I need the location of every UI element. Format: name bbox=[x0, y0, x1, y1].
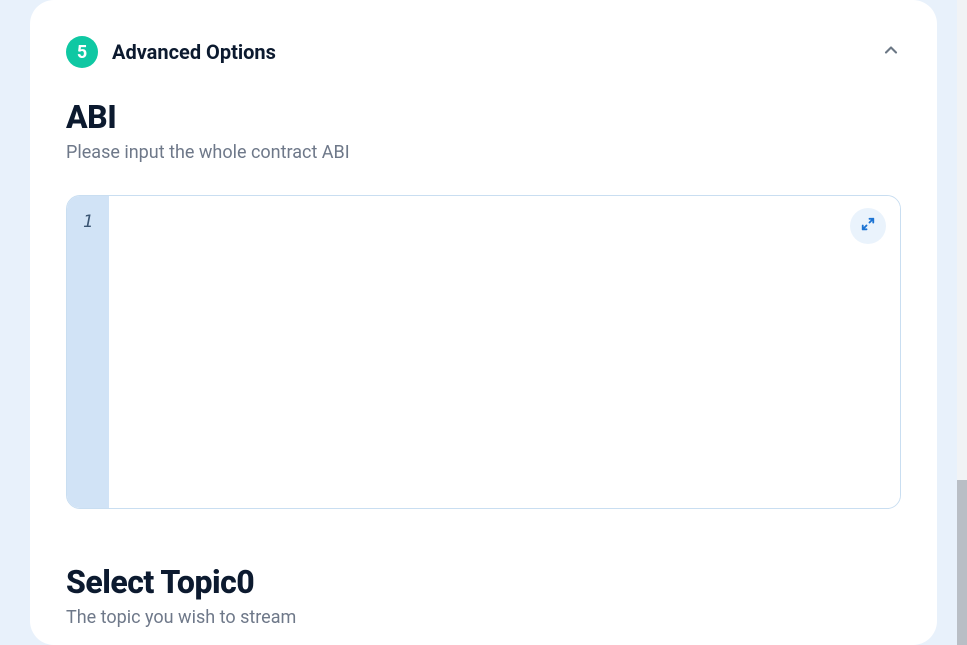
topic-heading: Select Topic0 bbox=[66, 563, 901, 601]
chevron-up-icon bbox=[881, 40, 901, 64]
editor-gutter: 1 bbox=[67, 196, 109, 508]
abi-subtitle: Please input the whole contract ABI bbox=[66, 142, 901, 163]
expand-icon bbox=[859, 215, 877, 237]
card-header[interactable]: 5 Advanced Options bbox=[66, 36, 901, 68]
line-number: 1 bbox=[67, 212, 109, 232]
collapse-toggle[interactable] bbox=[881, 40, 901, 64]
advanced-options-card: 5 Advanced Options ABI Please input the … bbox=[30, 0, 937, 645]
header-title: Advanced Options bbox=[112, 40, 276, 64]
abi-editor-wrapper: 1 bbox=[66, 195, 901, 509]
abi-heading: ABI bbox=[66, 98, 901, 136]
step-number: 5 bbox=[77, 42, 87, 63]
topic-section: Select Topic0 The topic you wish to stre… bbox=[66, 563, 901, 628]
step-badge: 5 bbox=[66, 36, 98, 68]
scrollbar-track[interactable] bbox=[957, 0, 967, 645]
abi-input[interactable] bbox=[109, 196, 900, 508]
scrollbar-thumb[interactable] bbox=[957, 480, 967, 645]
header-left: 5 Advanced Options bbox=[66, 36, 276, 68]
topic-subtitle: The topic you wish to stream bbox=[66, 607, 901, 628]
expand-button[interactable] bbox=[850, 208, 886, 244]
abi-section: ABI Please input the whole contract ABI … bbox=[66, 98, 901, 509]
